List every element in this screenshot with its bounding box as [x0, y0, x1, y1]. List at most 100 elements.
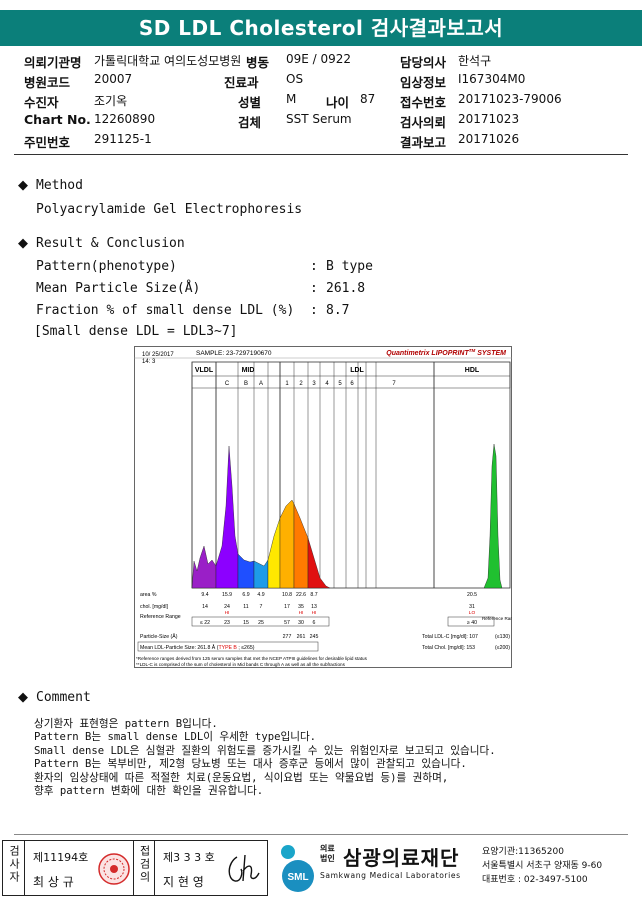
- area-pct-value: 6.9: [242, 592, 249, 598]
- chart-brand: Quantimetrix LIPOPRINTTM SYSTEM: [386, 348, 506, 357]
- ref-value: ≥ 40: [467, 620, 477, 626]
- label-clinical-info: 임상정보: [400, 75, 447, 90]
- comment-line: 향후 pattern 변화에 대한 확인을 권유합니다.: [34, 785, 264, 798]
- chol-value: 13: [311, 604, 317, 610]
- value-age: 87: [360, 92, 376, 106]
- value-institution: 가톨릭대학교 여의도성모병원: [94, 54, 242, 68]
- band-group-label: VLDL: [195, 367, 214, 374]
- footer-divider: [14, 834, 628, 835]
- value-hospital-code: 20007: [94, 72, 133, 86]
- area-pct-value: 15.9: [222, 592, 232, 598]
- area-pct-value: 10.8: [282, 592, 292, 598]
- comment-line: 환자의 임상상태에 따른 적절한 치료(운동요법, 식이요법 또는 약물요법 등…: [34, 771, 449, 784]
- value-resident-no: 291125-1: [94, 132, 152, 146]
- diamond-bullet-icon: ◆: [18, 690, 28, 705]
- method-text: Polyacrylamide Gel Electrophoresis: [36, 202, 303, 217]
- particle-size-value: 277: [283, 634, 292, 640]
- value-report-date: 20171026: [458, 132, 520, 146]
- ref-value: 6: [313, 620, 316, 626]
- label-department: 진료과: [224, 75, 259, 90]
- lipoprint-svg: 10/ 25/2017 14: 3 SAMPLE: 23-7297190670 …: [134, 346, 518, 668]
- ref-value: 25: [258, 620, 264, 626]
- label-receipt-no: 접수번호: [400, 95, 447, 110]
- ref-value: 23: [224, 620, 230, 626]
- area-pct-value: 4.9: [257, 592, 264, 598]
- chol-value: 14: [202, 604, 208, 610]
- label-hospital-code: 병원코드: [24, 75, 71, 90]
- chol-value: 31: [469, 604, 475, 610]
- row-label-chol: chol. [mg/dl]: [140, 604, 169, 610]
- label-ward: 병동: [246, 55, 270, 70]
- chart-footnote-2: **LDL-C is comprised of the sum of chole…: [136, 662, 346, 667]
- flag-label: HI: [299, 610, 304, 616]
- result-heading: ◆ Result & Conclusion: [18, 236, 185, 251]
- total-chol: Total Chol. [mg/dl]: 153: [422, 645, 475, 651]
- area-pct-value: 8.7: [310, 592, 317, 598]
- label-report-date: 결과보고: [400, 135, 447, 150]
- org-english-name: Samkwang Medical Laboratories: [320, 871, 461, 880]
- area-pct-value: 20.5: [467, 592, 477, 598]
- label-specimen: 검체: [238, 115, 262, 130]
- chol-value: 11: [243, 604, 248, 610]
- band-label: B: [244, 381, 248, 387]
- particle-size-value: 245: [310, 634, 319, 640]
- diamond-bullet-icon: ◆: [18, 236, 28, 251]
- comment-line: 상기환자 표현형은 pattern B입니다.: [34, 718, 218, 730]
- comment-line: Pattern B는 복부비만, 제2형 당뇨병 또는 대사 증후군 등에서 많…: [34, 758, 467, 771]
- row-label-size: Particle-Size (Å): [140, 633, 178, 640]
- band-group-label: LDL: [350, 367, 364, 374]
- value-request-date: 20171023: [458, 112, 520, 126]
- sml-logo-icon: SML: [281, 845, 314, 892]
- ref-value: 57: [284, 620, 290, 626]
- particle-size-value: 261: [297, 634, 306, 640]
- chol-value: 17: [284, 604, 290, 610]
- label-age: 나이: [326, 95, 350, 110]
- label-sex: 성별: [238, 95, 262, 110]
- comment-text: 상기환자 표현형은 pattern B입니다. Pattern B는 small…: [34, 718, 496, 798]
- value-clinical-info: I167304M0: [458, 72, 526, 86]
- patient-info: 의뢰기관명 가톨릭대학교 여의도성모병원 병동 09E / 0922 담당의사 …: [24, 52, 624, 152]
- label-chart-no: Chart No.: [24, 112, 91, 127]
- band-group-label: HDL: [465, 367, 480, 374]
- tester-label: 검사자: [3, 841, 25, 895]
- label-patient: 수진자: [24, 95, 59, 110]
- band-group-label: MID: [242, 367, 255, 374]
- total-chol-ref: (≤200): [495, 645, 510, 651]
- value-sex: M: [286, 92, 297, 106]
- tester-license-no: 제11194호: [33, 851, 89, 864]
- value-specimen: SST Serum: [286, 112, 352, 126]
- tester-seal-icon: [98, 853, 130, 885]
- org-name: 삼광의료재단: [343, 846, 460, 870]
- row-label-ref: Reference Range: [140, 614, 181, 620]
- band-label: A: [259, 381, 263, 387]
- chart-time: 14: 3: [142, 359, 156, 365]
- approver-label: 접검의: [133, 841, 155, 895]
- mean-size-line: Mean LDL-Particle Size: 261.8 Å (TYPE B …: [140, 644, 255, 651]
- report-title: SD LDL Cholesterol 검사결과보고서: [0, 10, 642, 46]
- header-divider: [14, 154, 628, 155]
- ref-value: 15: [243, 620, 249, 626]
- chart-footnote-1: *Reference ranges derived from 125 serum…: [136, 656, 368, 661]
- band-label: C: [225, 381, 230, 387]
- approver-signature-icon: [228, 854, 260, 882]
- row-label-area: area %: [140, 592, 157, 598]
- chol-value: 35: [298, 604, 304, 610]
- org-prefix: 의료 법인: [320, 844, 335, 863]
- area-pct-value: 9.4: [201, 592, 208, 598]
- comment-line: Pattern B는 small dense LDL이 우세한 type입니다.: [34, 731, 317, 744]
- result-note: [Small dense LDL = LDL3~7]: [34, 324, 238, 339]
- ref-right-label: Reference Range: [482, 616, 512, 621]
- method-heading: ◆ Method: [18, 178, 83, 193]
- value-receipt-no: 20171023-79006: [458, 92, 562, 106]
- value-doctor: 한석구: [458, 54, 492, 68]
- label-doctor: 담당의사: [400, 55, 447, 70]
- label-request-date: 검사의뢰: [400, 115, 447, 130]
- svg-text:SML: SML: [287, 872, 308, 883]
- org-code: 요양기관:11365200: [482, 847, 564, 857]
- label-resident-no: 주민번호: [24, 135, 71, 150]
- total-ldl-ref: (≤130): [495, 634, 510, 640]
- chart-frame: [134, 346, 512, 668]
- value-patient: 조기옥: [94, 94, 128, 108]
- chart-sample: SAMPLE: 23-7297190670: [196, 350, 272, 357]
- approver-name: 지 현 영: [163, 875, 204, 889]
